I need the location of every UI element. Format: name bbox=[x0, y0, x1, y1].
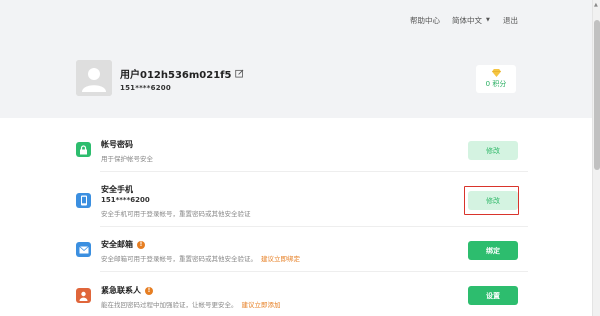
section-title: 安全手机 bbox=[101, 184, 133, 195]
points-card[interactable]: 0 积分 bbox=[476, 65, 516, 93]
gem-icon bbox=[491, 69, 501, 77]
contact-icon bbox=[76, 288, 91, 303]
section-desc: 安全手机可用于登录帐号，重置密码或其他安全验证 bbox=[101, 210, 251, 218]
section-desc: 安全邮箱可用于登录帐号，重置密码或其他安全验证。 建议立即绑定 bbox=[101, 253, 300, 263]
info-icon[interactable]: ! bbox=[137, 240, 145, 249]
section-security-phone: 安全手机 151****6200 安全手机可用于登录帐号，重置密码或其他安全验证… bbox=[72, 175, 528, 227]
highlight-box bbox=[464, 186, 519, 215]
info-icon[interactable]: ! bbox=[145, 286, 153, 295]
bind-now-link[interactable]: 建议立即绑定 bbox=[261, 255, 300, 263]
username-text: 用户012h536m021f5 bbox=[120, 70, 232, 81]
username: 用户012h536m021f5 bbox=[120, 66, 244, 81]
lock-icon bbox=[76, 142, 91, 157]
profile-phone: 151****6200 bbox=[120, 84, 171, 92]
section-desc-text: 能在找回密码过程中加强验证，让帐号更安全。 bbox=[101, 301, 238, 309]
modify-password-button[interactable]: 修改 bbox=[468, 141, 518, 160]
scrollbar-thumb[interactable] bbox=[594, 20, 600, 170]
user-avatar-icon bbox=[76, 60, 112, 96]
mail-icon bbox=[76, 242, 91, 257]
language-select[interactable]: 简体中文 ▼ bbox=[452, 15, 490, 26]
divider bbox=[100, 226, 528, 227]
section-desc: 用于保护帐号安全 bbox=[101, 155, 153, 163]
set-contact-button[interactable]: 设置 bbox=[468, 286, 518, 305]
section-account-password: 帐号密码 用于保护帐号安全 修改 bbox=[72, 130, 528, 172]
section-title-text: 紧急联系人 bbox=[101, 286, 141, 295]
add-now-link[interactable]: 建议立即添加 bbox=[242, 301, 281, 309]
divider bbox=[100, 171, 528, 172]
edit-icon[interactable] bbox=[235, 69, 244, 78]
bind-email-button[interactable]: 绑定 bbox=[468, 241, 518, 260]
section-title-text: 帐号密码 bbox=[101, 140, 133, 149]
security-phone-value: 151****6200 bbox=[101, 196, 150, 204]
logout-link[interactable]: 退出 bbox=[503, 15, 518, 26]
section-title: 安全邮箱 ! bbox=[101, 239, 145, 250]
section-title-text: 安全手机 bbox=[101, 185, 133, 194]
scroll-up-icon[interactable]: ▲ bbox=[594, 2, 598, 8]
section-title: 帐号密码 bbox=[101, 139, 133, 150]
scrollbar[interactable]: ▲ bbox=[592, 0, 600, 316]
section-emergency-contact: 紧急联系人 ! 能在找回密码过程中加强验证，让帐号更安全。 建议立即添加 设置 bbox=[72, 276, 528, 316]
avatar[interactable] bbox=[76, 60, 112, 96]
points-label: 0 积分 bbox=[485, 80, 507, 88]
section-desc-text: 安全邮箱可用于登录帐号，重置密码或其他安全验证。 bbox=[101, 255, 257, 263]
language-label: 简体中文 bbox=[452, 16, 482, 25]
section-title: 紧急联系人 ! bbox=[101, 285, 153, 296]
divider bbox=[100, 271, 528, 272]
section-desc: 能在找回密码过程中加强验证，让帐号更安全。 建议立即添加 bbox=[101, 299, 281, 309]
section-title-text: 安全邮箱 bbox=[101, 240, 133, 249]
section-security-email: 安全邮箱 ! 安全邮箱可用于登录帐号，重置密码或其他安全验证。 建议立即绑定 绑定 bbox=[72, 230, 528, 272]
caret-down-icon: ▼ bbox=[486, 17, 490, 23]
phone-icon bbox=[76, 193, 91, 208]
help-center-link[interactable]: 帮助中心 bbox=[410, 15, 440, 26]
